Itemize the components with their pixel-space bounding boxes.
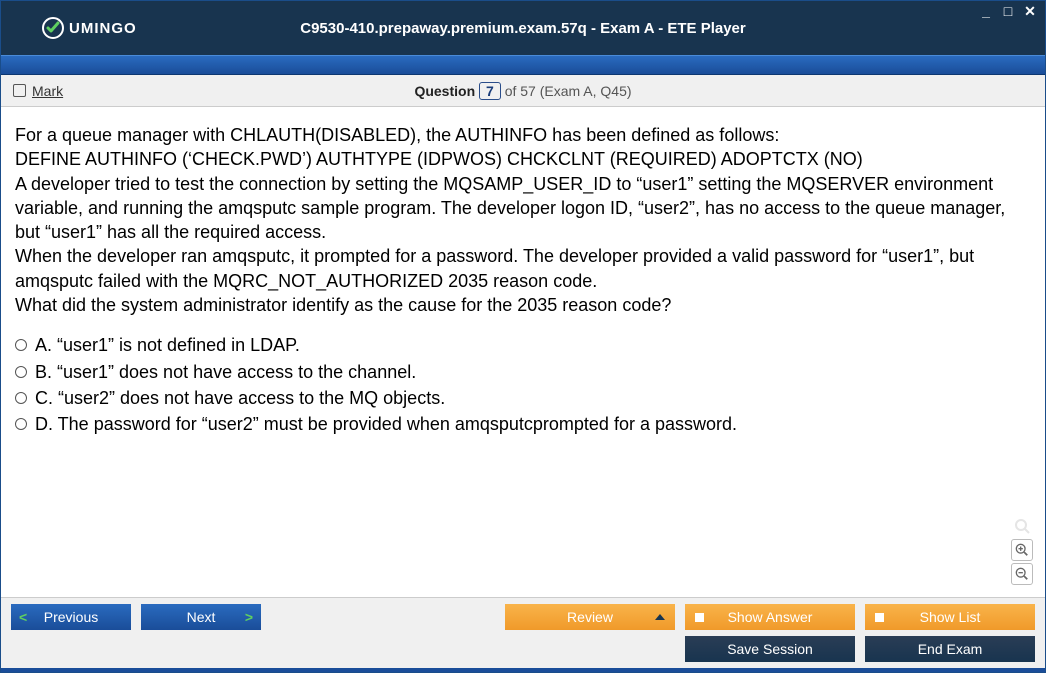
answer-text[interactable]: B. “user1” does not have access to the c…	[35, 360, 416, 384]
footer: < Previous Next > Review Show Answer Sho…	[1, 597, 1045, 668]
save-session-button[interactable]: Save Session	[685, 636, 855, 662]
question-text: For a queue manager with CHLAUTH(DISABLE…	[15, 123, 1031, 317]
answer-radio[interactable]	[15, 366, 27, 378]
question-total: of 57 (Exam A, Q45)	[505, 83, 632, 99]
answer-radio[interactable]	[15, 418, 27, 430]
stop-icon	[875, 613, 884, 622]
previous-label: Previous	[44, 609, 98, 625]
triangle-up-icon	[655, 614, 665, 620]
answers-list: A. “user1” is not defined in LDAP. B. “us…	[15, 333, 1031, 436]
stop-icon	[695, 613, 704, 622]
end-exam-label: End Exam	[918, 641, 983, 657]
answer-radio[interactable]	[15, 392, 27, 404]
maximize-button[interactable]: □	[999, 3, 1017, 19]
mark-label[interactable]: Mark	[32, 83, 63, 99]
content-area: For a queue manager with CHLAUTH(DISABLE…	[1, 107, 1045, 597]
next-button[interactable]: Next >	[141, 604, 261, 630]
show-answer-button[interactable]: Show Answer	[685, 604, 855, 630]
minimize-button[interactable]: _	[977, 3, 995, 19]
show-answer-label: Show Answer	[728, 609, 813, 625]
chevron-left-icon: <	[19, 609, 27, 625]
previous-button[interactable]: < Previous	[11, 604, 131, 630]
save-session-label: Save Session	[727, 641, 813, 657]
answer-text[interactable]: C. “user2” does not have access to the M…	[35, 386, 445, 410]
mark-checkbox[interactable]	[13, 84, 26, 97]
show-list-label: Show List	[920, 609, 981, 625]
header-strip	[1, 55, 1045, 75]
window-title: C9530-410.prepaway.premium.exam.57q - Ex…	[1, 20, 1045, 37]
zoom-in-icon[interactable]	[1011, 539, 1033, 561]
titlebar: UMINGO C9530-410.prepaway.premium.exam.5…	[1, 1, 1045, 55]
zoom-reset-icon[interactable]	[1011, 515, 1033, 537]
chevron-right-icon: >	[245, 609, 253, 625]
close-button[interactable]: ✕	[1021, 3, 1039, 19]
question-bar: Mark Question 7 of 57 (Exam A, Q45)	[1, 75, 1045, 107]
bottom-strip	[1, 668, 1045, 672]
window-controls: _ □ ✕	[977, 3, 1039, 19]
end-exam-button[interactable]: End Exam	[865, 636, 1035, 662]
answer-row: A. “user1” is not defined in LDAP.	[15, 333, 1031, 357]
answer-row: C. “user2” does not have access to the M…	[15, 386, 1031, 410]
question-word: Question	[414, 83, 475, 99]
question-indicator: Question 7 of 57 (Exam A, Q45)	[1, 82, 1045, 100]
zoom-controls	[1011, 515, 1033, 585]
answer-row: D. The password for “user2” must be prov…	[15, 412, 1031, 436]
answer-row: B. “user1” does not have access to the c…	[15, 360, 1031, 384]
answer-text[interactable]: D. The password for “user2” must be prov…	[35, 412, 737, 436]
review-button[interactable]: Review	[505, 604, 675, 630]
question-number-input[interactable]: 7	[479, 82, 501, 100]
show-list-button[interactable]: Show List	[865, 604, 1035, 630]
review-label: Review	[567, 609, 613, 625]
answer-text[interactable]: A. “user1” is not defined in LDAP.	[35, 333, 300, 357]
next-label: Next	[187, 609, 216, 625]
answer-radio[interactable]	[15, 339, 27, 351]
zoom-out-icon[interactable]	[1011, 563, 1033, 585]
